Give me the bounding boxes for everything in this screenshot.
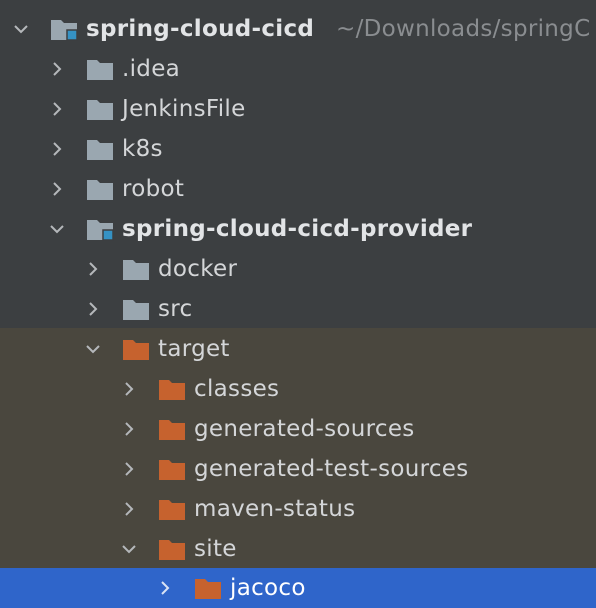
folder-icon [123, 260, 149, 280]
tree-item-label: src [158, 296, 193, 322]
tree-row-classes[interactable]: classes [0, 369, 596, 409]
tree-item-label: generated-test-sources [194, 456, 469, 482]
chevron-right-icon[interactable] [120, 420, 138, 438]
tree-row-target[interactable]: target [0, 328, 596, 369]
excluded-folder-icon [159, 460, 185, 480]
chevron-down-icon[interactable] [12, 20, 30, 38]
tree-row-jenkinsfile[interactable]: JenkinsFile [0, 89, 596, 129]
module-folder-icon [51, 20, 78, 41]
tree-item-label: maven-status [194, 496, 356, 522]
tree-item-label: jacoco [230, 575, 306, 601]
chevron-right-icon[interactable] [120, 380, 138, 398]
chevron-down-icon[interactable] [48, 220, 66, 238]
chevron-right-icon[interactable] [156, 579, 174, 597]
excluded-folder-icon [159, 500, 185, 520]
chevron-right-icon[interactable] [120, 500, 138, 518]
tree-row-robot[interactable]: robot [0, 169, 596, 209]
folder-icon [87, 60, 113, 80]
tree-row-jacoco[interactable]: jacoco [0, 568, 596, 608]
tree-row-generated-sources[interactable]: generated-sources [0, 409, 596, 449]
tree-row-idea[interactable]: .idea [0, 49, 596, 89]
chevron-right-icon[interactable] [84, 260, 102, 278]
excluded-folder-icon [195, 579, 221, 599]
chevron-right-icon[interactable] [84, 300, 102, 318]
chevron-right-icon[interactable] [48, 100, 66, 118]
excluded-folder-icon [159, 380, 185, 400]
project-tree: spring-cloud-cicd ~/Downloads/springC .i… [0, 0, 596, 608]
tree-item-label: spring-cloud-cicd-provider [122, 216, 473, 242]
tree-row-site[interactable]: site [0, 529, 596, 569]
excluded-folder-icon [159, 420, 185, 440]
chevron-right-icon[interactable] [120, 460, 138, 478]
tree-row-k8s[interactable]: k8s [0, 129, 596, 169]
folder-icon [87, 100, 113, 120]
tree-item-label: classes [194, 376, 280, 402]
tree-row-provider-module[interactable]: spring-cloud-cicd-provider [0, 209, 596, 249]
folder-icon [87, 180, 113, 200]
tree-item-label: robot [122, 176, 185, 202]
excluded-folder-icon [159, 540, 185, 560]
tree-row-root[interactable]: spring-cloud-cicd ~/Downloads/springC [0, 9, 596, 49]
tree-item-label: generated-sources [194, 416, 415, 442]
tree-row-maven-status[interactable]: maven-status [0, 489, 596, 529]
tree-item-label: spring-cloud-cicd [86, 16, 315, 42]
tree-item-label: k8s [122, 136, 163, 162]
tree-row-src[interactable]: src [0, 289, 596, 329]
chevron-down-icon[interactable] [120, 540, 138, 558]
chevron-down-icon[interactable] [84, 340, 102, 358]
chevron-right-icon[interactable] [48, 180, 66, 198]
tree-item-label: site [194, 536, 237, 562]
project-path: ~/Downloads/springC [336, 16, 591, 42]
tree-item-label: target [158, 336, 230, 362]
module-folder-icon [87, 220, 114, 241]
tree-item-label: .idea [122, 56, 181, 82]
chevron-right-icon[interactable] [48, 60, 66, 78]
tree-row-generated-test-sources[interactable]: generated-test-sources [0, 449, 596, 489]
folder-icon [123, 300, 149, 320]
tree-row-docker[interactable]: docker [0, 249, 596, 289]
chevron-right-icon[interactable] [48, 140, 66, 158]
tree-item-label: docker [158, 256, 238, 282]
tree-item-label: JenkinsFile [122, 96, 246, 122]
excluded-folder-icon [123, 340, 149, 360]
folder-icon [87, 140, 113, 160]
